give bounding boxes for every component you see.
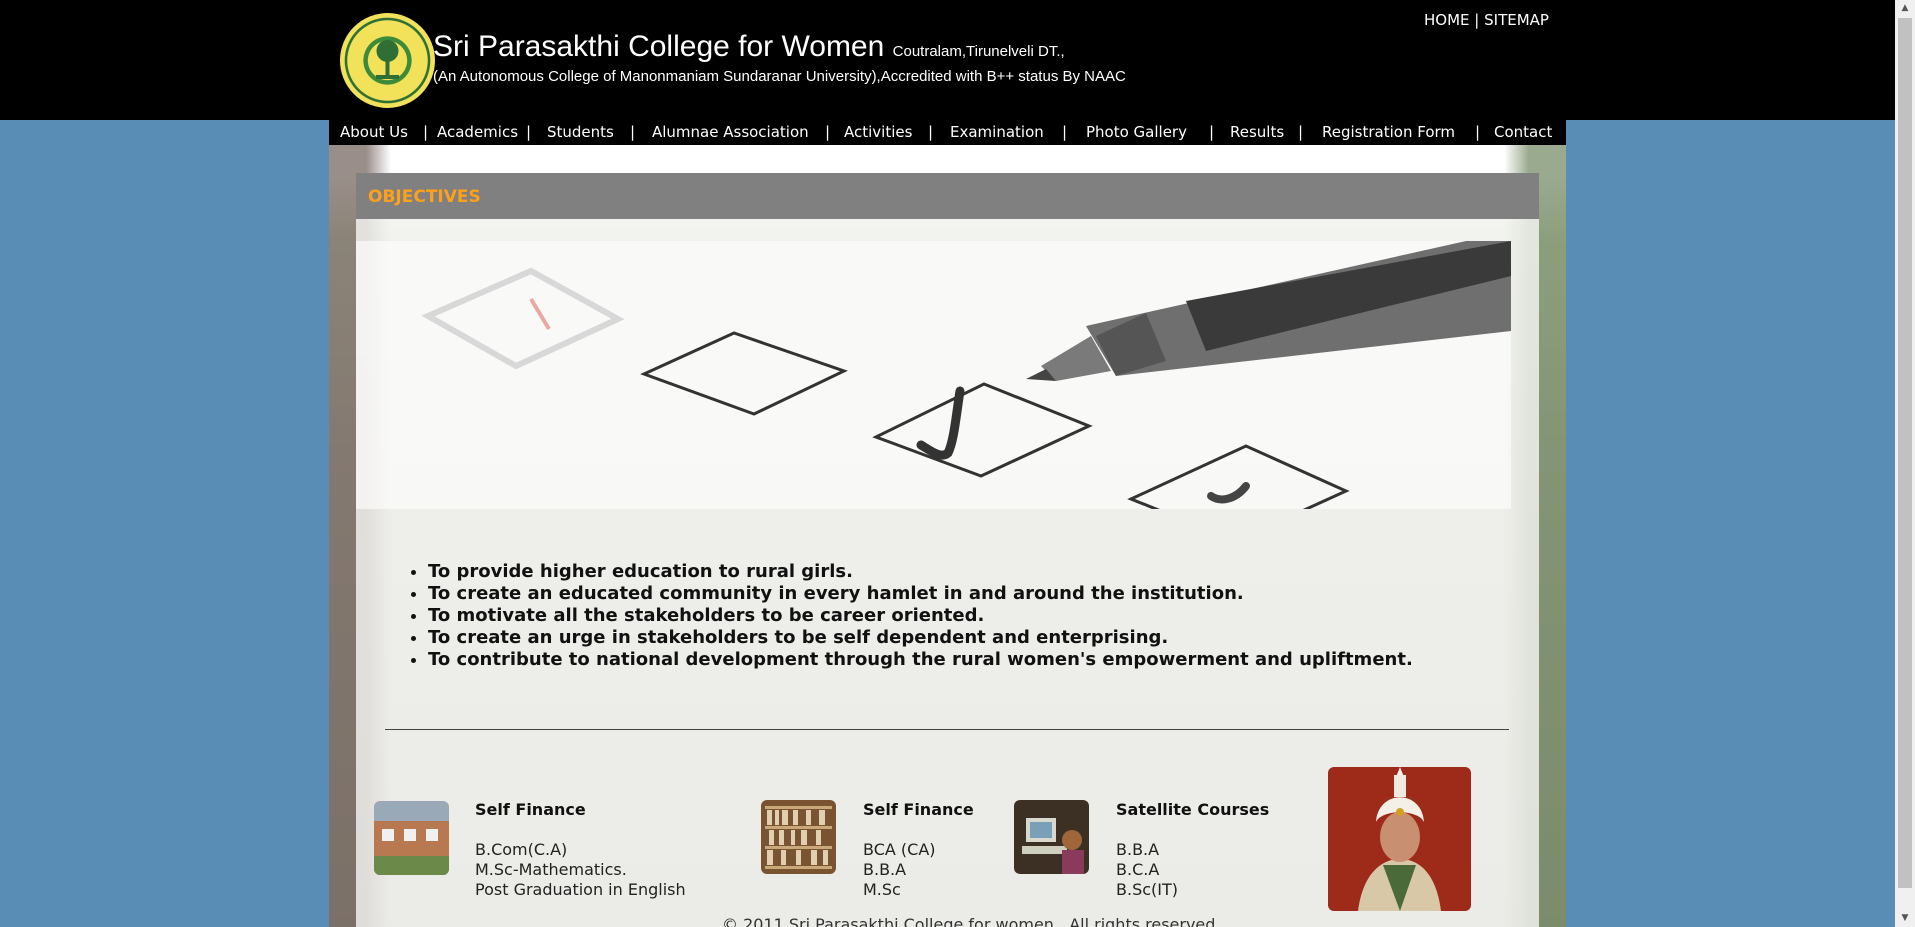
college-name: Sri Parasakthi College for Women Coutral… [433,30,1065,63]
nav-separator: | [928,123,934,141]
top-links-separator: | [1474,11,1480,29]
library-thumbnail[interactable] [761,800,836,874]
nav-separator: | [1209,123,1215,141]
founder-portrait [1328,767,1471,911]
checklist-banner-image [356,241,1511,543]
objectives-header-bar: OBJECTIVES [356,173,1539,219]
nav-academics[interactable]: Academics [437,123,518,141]
nav-registration-form[interactable]: Registration Form [1322,123,1455,141]
computer-lab-thumbnail[interactable] [1014,800,1089,874]
nav-separator: | [630,123,636,141]
nav-separator: | [1298,123,1304,141]
sitemap-link[interactable]: SITEMAP [1484,11,1549,29]
course-line[interactable]: M.Sc [863,880,974,900]
course-block-satellite: Satellite Courses B.B.A B.C.A B.Sc(IT) [1116,800,1269,900]
vertical-scrollbar[interactable]: ▲ ▼ [1895,0,1915,927]
nav-activities[interactable]: Activities [844,123,912,141]
header-bar: Sri Parasakthi College for Women Coutral… [0,0,1895,120]
objective-item: To create an educated community in every… [428,583,1413,605]
nav-examination[interactable]: Examination [950,123,1044,141]
objective-item: To contribute to national development th… [428,649,1413,671]
objectives-panel: OBJECTIVES • To provide higher education… [356,173,1539,927]
course-line[interactable]: B.B.A [1116,840,1269,860]
building-thumbnail[interactable] [374,801,449,875]
nav-separator: | [526,123,532,141]
nav-students[interactable]: Students [547,123,614,141]
top-links: HOME | SITEMAP [1424,11,1549,29]
tree-emblem-icon [376,40,399,79]
nav-alumnae-association[interactable]: Alumnae Association [652,123,809,141]
course-line[interactable]: BCA (CA) [863,840,974,860]
nav-separator: | [1062,123,1068,141]
home-link[interactable]: HOME [1424,11,1470,29]
copyright-text: © 2011 Sri Parasakthi College for women … [722,915,1221,927]
college-logo[interactable] [340,13,435,108]
college-place: Coutralam,Tirunelveli DT., [892,43,1065,60]
scroll-up-arrow-icon[interactable]: ▲ [1895,0,1915,17]
nav-separator: | [423,123,429,141]
nav-contact[interactable]: Contact [1494,123,1552,141]
main-nav: About Us | Academics | Students | Alumna… [329,120,1566,145]
course-line[interactable]: M.Sc-Mathematics. [475,860,686,880]
course-title: Self Finance [863,800,974,819]
scroll-down-arrow-icon[interactable]: ▼ [1895,910,1915,927]
course-line[interactable]: B.B.A [863,860,974,880]
course-line[interactable]: B.Com(C.A) [475,840,686,860]
course-block-self-finance-2: Self Finance BCA (CA) B.B.A M.Sc [863,800,974,900]
objectives-list: To provide higher education to rural gir… [390,561,1413,671]
objective-item: To create an urge in stakeholders to be … [428,627,1413,649]
nav-photo-gallery[interactable]: Photo Gallery [1086,123,1187,141]
course-line[interactable]: Post Graduation in English [475,880,686,900]
course-title: Satellite Courses [1116,800,1270,819]
section-divider [385,729,1509,730]
course-title: Self Finance [475,800,586,819]
nav-separator: | [825,123,831,141]
content-area: OBJECTIVES • To provide higher education… [329,145,1566,927]
nav-about-us[interactable]: About Us [340,123,408,141]
course-line[interactable]: B.Sc(IT) [1116,880,1269,900]
course-block-self-finance: Self Finance B.Com(C.A) M.Sc-Mathematics… [475,800,686,900]
objectives-title: OBJECTIVES [368,187,481,207]
scrollbar-thumb[interactable] [1898,18,1912,888]
college-subtitle: (An Autonomous College of Manonmaniam Su… [433,68,1126,85]
course-line[interactable]: B.C.A [1116,860,1269,880]
nav-results[interactable]: Results [1230,123,1284,141]
nav-separator: | [1475,123,1481,141]
objective-item: To motivate all the stakeholders to be c… [428,605,1413,627]
objective-item: To provide higher education to rural gir… [428,561,1413,583]
